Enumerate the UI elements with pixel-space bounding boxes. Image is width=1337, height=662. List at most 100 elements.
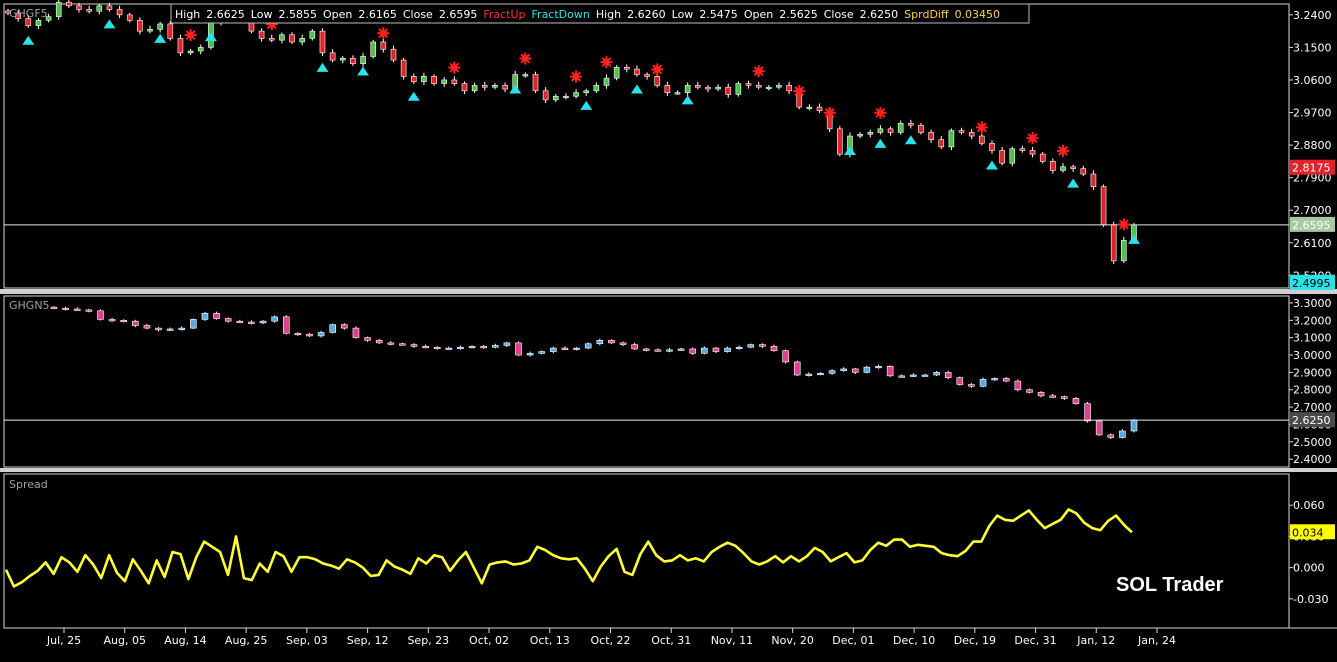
x-axis-label: Aug, 25 xyxy=(225,634,267,647)
candle-up xyxy=(805,373,813,376)
candle-up xyxy=(370,41,376,57)
fractup-marker xyxy=(377,27,390,40)
y-axis-GHGF5-tick-label: 3.2400 xyxy=(1293,9,1332,22)
candle-down xyxy=(461,83,468,92)
candle-down xyxy=(410,344,418,347)
y-axis-GHGN5-tick-label: 2.8000 xyxy=(1293,384,1332,397)
candle-down xyxy=(116,9,123,16)
x-axis-label: Jan, 24 xyxy=(1137,634,1176,647)
candle-down xyxy=(837,128,843,155)
candle-up xyxy=(724,347,731,352)
candle-down xyxy=(213,313,220,319)
candle-down xyxy=(1037,392,1045,397)
candle-down xyxy=(712,347,720,352)
candle-up xyxy=(573,347,580,350)
candle-up xyxy=(339,57,346,61)
candle-up xyxy=(526,352,534,356)
candle-down xyxy=(248,321,255,324)
candle-down xyxy=(258,30,265,39)
candle-down xyxy=(131,320,139,326)
candle-down xyxy=(705,86,711,90)
candle-up xyxy=(35,19,42,27)
candle-down xyxy=(695,85,701,88)
candle-down xyxy=(1050,161,1056,171)
candle-down xyxy=(1095,420,1103,436)
candle-up xyxy=(735,83,742,95)
fractdown-marker xyxy=(904,135,917,145)
fractdown-marker xyxy=(985,160,998,170)
candle-down xyxy=(126,14,133,21)
info-bar-item: FractDown xyxy=(532,8,590,21)
fractup-marker xyxy=(1056,144,1069,157)
candle-up xyxy=(538,351,546,354)
x-axis-label: Dec, 31 xyxy=(1014,634,1056,647)
candle-down xyxy=(282,316,290,334)
candle-down xyxy=(515,342,522,356)
x-axis-label: Nov, 20 xyxy=(771,634,813,647)
candle-up xyxy=(178,327,186,330)
x-axis-label: Oct, 13 xyxy=(530,634,570,647)
candle-up xyxy=(701,347,708,354)
candle-down xyxy=(619,342,627,345)
candle-down xyxy=(108,319,116,322)
candle-up xyxy=(840,368,847,371)
candle-up xyxy=(593,85,600,92)
candle-up xyxy=(457,346,464,350)
candle-down xyxy=(928,132,934,140)
fractdown-marker xyxy=(843,146,856,156)
fractdown-marker xyxy=(580,100,593,110)
x-axis-label: Aug, 14 xyxy=(164,634,206,647)
candle-down xyxy=(1084,403,1091,422)
candle-down xyxy=(654,349,662,352)
fractdown-marker xyxy=(509,84,522,94)
candle-down xyxy=(341,324,348,329)
candle-down xyxy=(1029,150,1036,155)
y-axis-GHGN5-tick-label: 3.1000 xyxy=(1293,332,1332,345)
fractup-marker xyxy=(448,61,461,74)
fractup-dot xyxy=(1120,220,1128,228)
fractup-dot xyxy=(1059,147,1067,155)
x-axis-label: Oct, 31 xyxy=(651,634,691,647)
candle-down xyxy=(689,348,697,354)
spread-value-label: 0.034 xyxy=(1292,526,1324,539)
info-bar-item: 2.5625 xyxy=(779,8,818,21)
price-label: 2.6595 xyxy=(1292,219,1331,232)
candle-up xyxy=(491,345,499,348)
fractdown-marker xyxy=(681,95,694,105)
candle-down xyxy=(352,327,360,338)
candle-down xyxy=(1049,395,1057,398)
spread-line xyxy=(4,508,1133,588)
candle-up xyxy=(867,132,874,135)
candle-down xyxy=(224,318,232,322)
candle-up xyxy=(468,346,476,349)
fractup-dot xyxy=(187,31,195,39)
panel-separator xyxy=(0,468,1337,472)
candle-up xyxy=(309,30,316,39)
candle-down xyxy=(62,307,69,310)
y-axis-GHGF5-tick-label: 2.9700 xyxy=(1293,107,1332,120)
candle-down xyxy=(433,346,441,350)
candle-up xyxy=(1121,240,1127,262)
price-label: 2.8175 xyxy=(1292,162,1331,175)
candle-up xyxy=(550,347,557,352)
candle-down xyxy=(106,5,113,10)
candle-down xyxy=(968,132,975,137)
candle-down xyxy=(268,38,275,41)
info-bar-item: FractUp xyxy=(483,8,525,21)
y-axis-GHGN5-tick-label: 2.5000 xyxy=(1293,436,1332,449)
candle-down xyxy=(120,320,127,323)
fractup-dot xyxy=(653,65,661,73)
candle-down xyxy=(944,372,952,378)
candle-up xyxy=(166,328,174,331)
candle-down xyxy=(350,57,356,64)
panel-frame-1 xyxy=(3,3,1290,289)
candle-down xyxy=(634,68,640,75)
candle-down xyxy=(770,346,778,351)
candle-up xyxy=(979,379,987,387)
sol-trader-watermark: SOL Trader xyxy=(1116,574,1224,596)
candle-down xyxy=(958,130,965,133)
candle-down xyxy=(989,142,995,151)
fractdown-marker xyxy=(407,91,420,101)
candle-up xyxy=(674,92,681,95)
x-axis-label: Dec, 01 xyxy=(832,634,874,647)
